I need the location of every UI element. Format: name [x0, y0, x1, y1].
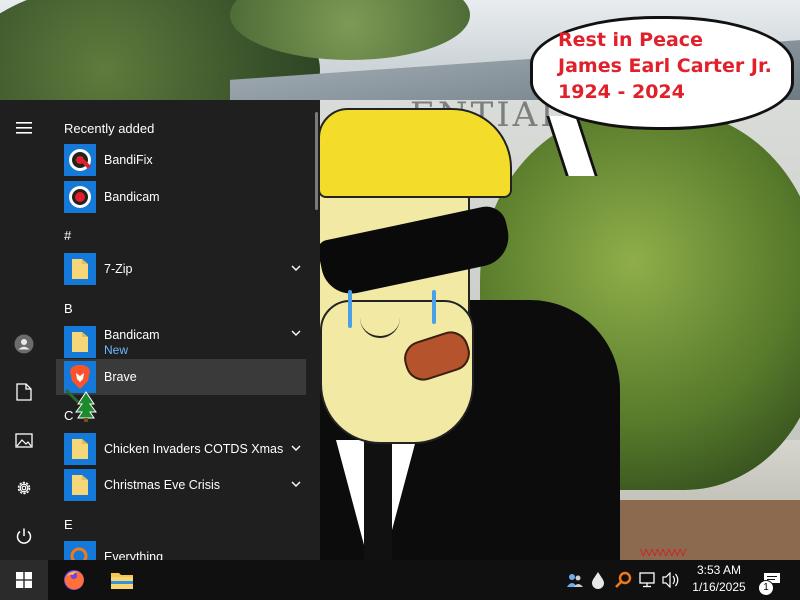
- start-button[interactable]: [0, 560, 48, 600]
- app-chicken-invaders-folder[interactable]: Chicken Invaders COTDS Xmas: [56, 431, 306, 467]
- power-icon: [16, 528, 32, 544]
- group-header-b[interactable]: B: [64, 301, 73, 316]
- search-key-icon[interactable]: [614, 571, 632, 589]
- app-bandifix[interactable]: BandiFix: [56, 142, 306, 178]
- speech-line: 1924 - 2024: [558, 81, 685, 103]
- clock-time: 3:53 AM: [696, 563, 742, 577]
- app-christmas-eve-crisis-folder[interactable]: Christmas Eve Crisis: [56, 467, 306, 503]
- people-icon[interactable]: [566, 571, 584, 589]
- taskbar-firefox[interactable]: [52, 560, 96, 600]
- firefox-icon: [64, 570, 84, 590]
- picture-icon: [15, 432, 33, 448]
- windows-logo-icon: [16, 572, 32, 588]
- app-label: Christmas Eve Crisis: [104, 478, 220, 492]
- taskbar: 3:53 AM 1/16/2025 1: [0, 560, 800, 600]
- group-header-c[interactable]: C: [64, 408, 73, 423]
- bandifix-icon: [64, 144, 96, 176]
- new-badge: New: [104, 343, 129, 357]
- taskbar-file-explorer[interactable]: [100, 560, 144, 600]
- folder-icon: [64, 326, 96, 358]
- drop-icon[interactable]: [591, 571, 605, 589]
- gear-icon: [17, 481, 31, 495]
- speech-text: Rest in Peace James Earl Carter Jr. 1924…: [558, 27, 778, 105]
- hamburger-icon: [16, 122, 32, 134]
- group-header-hash[interactable]: #: [64, 228, 71, 243]
- app-label: Bandicam: [104, 328, 160, 342]
- cartoon-tear: [348, 290, 352, 328]
- bandicam-icon: [64, 181, 96, 213]
- app-bandicam-recent[interactable]: Bandicam: [56, 179, 306, 215]
- notification-badge: 1: [758, 580, 774, 596]
- user-account-button[interactable]: [0, 324, 48, 364]
- app-label: Chicken Invaders COTDS Xmas: [104, 442, 284, 456]
- volume-icon[interactable]: [662, 571, 680, 589]
- app-label: Everything: [104, 550, 164, 560]
- start-menu: Recently added BandiFix Bandicam # 7-Zip…: [0, 100, 320, 560]
- action-center-button[interactable]: 1: [752, 560, 792, 600]
- clock-date: 1/16/2025: [692, 580, 746, 594]
- app-7zip-folder[interactable]: 7-Zip: [56, 251, 306, 287]
- folder-icon: [64, 253, 96, 285]
- network-icon[interactable]: [638, 571, 656, 589]
- red-scribble: VVVVVVVV: [640, 548, 686, 559]
- user-icon: [14, 334, 34, 354]
- cartoon-tear: [432, 290, 436, 324]
- folder-icon: [64, 469, 96, 501]
- recently-added-title: Recently added: [64, 121, 155, 136]
- start-menu-rail: [0, 100, 48, 560]
- speech-line: James Earl Carter Jr.: [558, 55, 772, 77]
- chevron-down-icon: [291, 445, 301, 451]
- clock[interactable]: 3:53 AM 1/16/2025: [690, 562, 748, 596]
- cartoon-tie: [364, 440, 392, 560]
- chevron-down-icon: [291, 265, 301, 271]
- power-button[interactable]: [0, 516, 48, 556]
- everything-icon: [64, 541, 96, 560]
- chevron-down-icon: [291, 330, 301, 336]
- expand-menu-button[interactable]: [0, 108, 48, 148]
- cartoon-hair: [318, 108, 512, 198]
- app-everything[interactable]: Everything: [56, 539, 306, 560]
- app-label: Bandicam: [104, 190, 160, 204]
- app-label: 7-Zip: [104, 262, 133, 276]
- documents-button[interactable]: [0, 372, 48, 412]
- app-label: BandiFix: [104, 153, 153, 167]
- document-icon: [16, 383, 32, 401]
- scrollbar-thumb[interactable]: [315, 112, 318, 210]
- folder-icon: [64, 433, 96, 465]
- settings-button[interactable]: [0, 468, 48, 508]
- speech-line: Rest in Peace: [558, 29, 703, 51]
- chevron-down-icon: [291, 481, 301, 487]
- group-header-e[interactable]: E: [64, 517, 73, 532]
- app-label: Brave: [104, 370, 137, 384]
- app-bandicam-folder[interactable]: Bandicam New: [56, 323, 306, 361]
- app-list[interactable]: Recently added BandiFix Bandicam # 7-Zip…: [48, 100, 320, 560]
- folder-icon: [111, 573, 133, 589]
- pictures-button[interactable]: [0, 420, 48, 460]
